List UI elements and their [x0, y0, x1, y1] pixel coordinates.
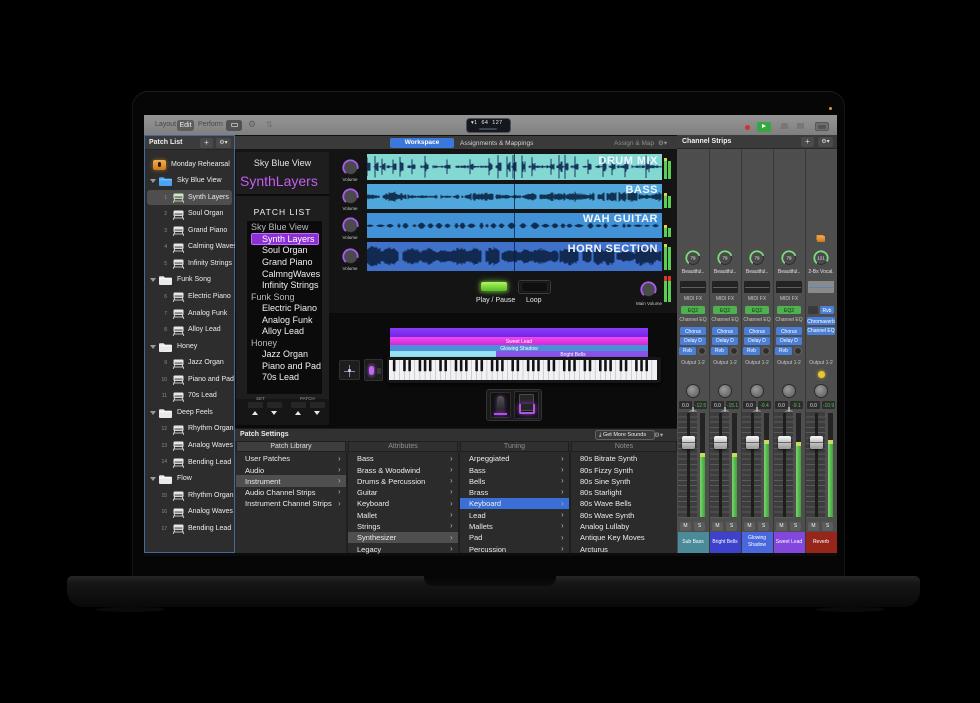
svg-text:79: 79 [786, 256, 792, 261]
svg-text:79: 79 [690, 256, 696, 261]
svg-text:79: 79 [754, 256, 760, 261]
svg-text:121: 121 [817, 256, 825, 261]
svg-text:79: 79 [722, 256, 728, 261]
